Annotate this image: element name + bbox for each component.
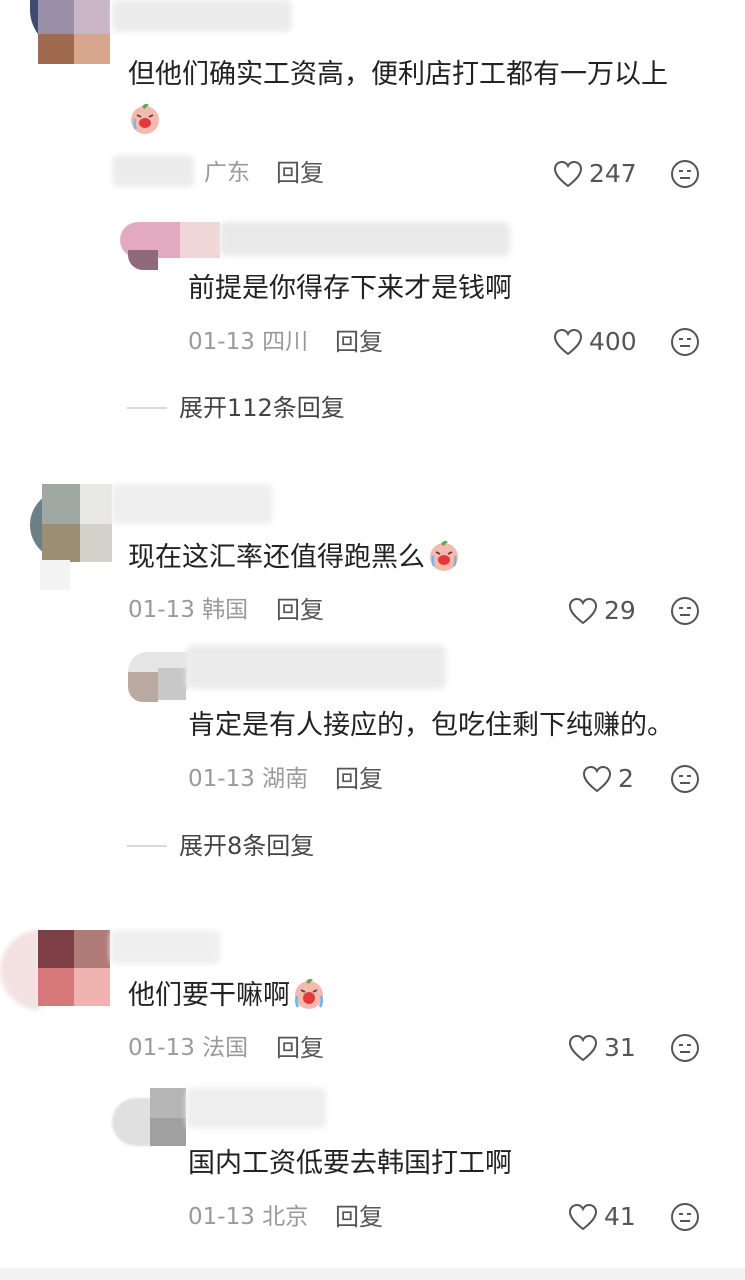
- like-count: 2: [618, 764, 634, 793]
- like-count: 29: [604, 596, 636, 625]
- heart-outline-icon: [582, 765, 612, 793]
- like-button[interactable]: 29: [568, 593, 636, 629]
- divider: [127, 845, 167, 847]
- reply-text: 肯定是有人接应的，包吃住剩下纯赚的。: [188, 710, 674, 741]
- bottom-edge: [0, 1268, 745, 1280]
- comment-text: 但他们确实工资高，便利店打工都有一万以上: [128, 59, 668, 90]
- comment-location: 广东: [204, 160, 250, 186]
- reply-meta: 01-13 湖南: [188, 766, 309, 792]
- emoji-face-icon[interactable]: [669, 1201, 701, 1233]
- reply-button[interactable]: 回复: [276, 1033, 324, 1063]
- username-blurred[interactable]: [110, 930, 220, 964]
- username-blurred[interactable]: [186, 1088, 326, 1128]
- comment-meta: 01-13 韩国: [128, 597, 249, 623]
- username-blurred[interactable]: [112, 0, 292, 32]
- like-count: 247: [589, 159, 637, 188]
- like-button[interactable]: 2: [582, 761, 634, 797]
- emoji-face-icon[interactable]: [669, 763, 701, 795]
- username-blurred[interactable]: [220, 222, 510, 256]
- expand-replies-button[interactable]: 展开8条回复: [127, 831, 314, 861]
- reply-button[interactable]: 回复: [335, 1202, 383, 1232]
- expand-replies-label: 展开8条回复: [179, 832, 315, 860]
- like-button[interactable]: 41: [568, 1199, 636, 1235]
- comment-thread: 但他们确实工资高，便利店打工都有一万以上 广东 回复 247 前提是你得存下来才…: [0, 0, 745, 1280]
- like-count: 41: [604, 1202, 636, 1231]
- crying-peach-sticker-icon: [294, 978, 324, 1009]
- date-blurred: [112, 155, 194, 187]
- comment-text: 他们要干嘛啊: [128, 976, 326, 1014]
- crying-peach-sticker-icon: [128, 101, 162, 139]
- emoji-face-icon[interactable]: [669, 1032, 701, 1064]
- reply-text: 前提是你得存下来才是钱啊: [188, 273, 512, 304]
- heart-outline-icon: [568, 1203, 598, 1231]
- emoji-face-icon[interactable]: [669, 158, 701, 190]
- like-count: 31: [604, 1033, 636, 1062]
- comment-text-label: 他们要干嘛啊: [128, 980, 290, 1011]
- reply-meta: 01-13 北京: [188, 1204, 309, 1230]
- emoji-face-icon[interactable]: [669, 326, 701, 358]
- reply-text: 国内工资低要去韩国打工啊: [188, 1148, 512, 1179]
- like-button[interactable]: 31: [568, 1030, 636, 1066]
- reply-button[interactable]: 回复: [335, 764, 383, 794]
- reply-button[interactable]: 回复: [276, 158, 324, 188]
- comment-meta: 01-13 法国: [128, 1035, 249, 1061]
- like-button[interactable]: 247: [553, 156, 637, 192]
- divider: [127, 407, 167, 409]
- heart-outline-icon: [553, 328, 583, 356]
- like-button[interactable]: 400: [553, 324, 637, 360]
- comment-text-label: 现在这汇率还值得跑黑么: [128, 542, 425, 573]
- heart-outline-icon: [553, 160, 583, 188]
- reply-meta: 01-13 四川: [188, 329, 309, 355]
- expand-replies-label: 展开112条回复: [179, 394, 345, 422]
- reply-button[interactable]: 回复: [335, 327, 383, 357]
- comment-text: 现在这汇率还值得跑黑么: [128, 538, 461, 576]
- like-count: 400: [589, 327, 637, 356]
- username-blurred[interactable]: [186, 645, 446, 689]
- heart-outline-icon: [568, 1034, 598, 1062]
- emoji-face-icon[interactable]: [669, 595, 701, 627]
- heart-outline-icon: [568, 597, 598, 625]
- reply-button[interactable]: 回复: [276, 595, 324, 625]
- expand-replies-button[interactable]: 展开112条回复: [127, 393, 345, 423]
- username-blurred[interactable]: [112, 484, 272, 524]
- crying-peach-sticker-icon: [430, 540, 458, 571]
